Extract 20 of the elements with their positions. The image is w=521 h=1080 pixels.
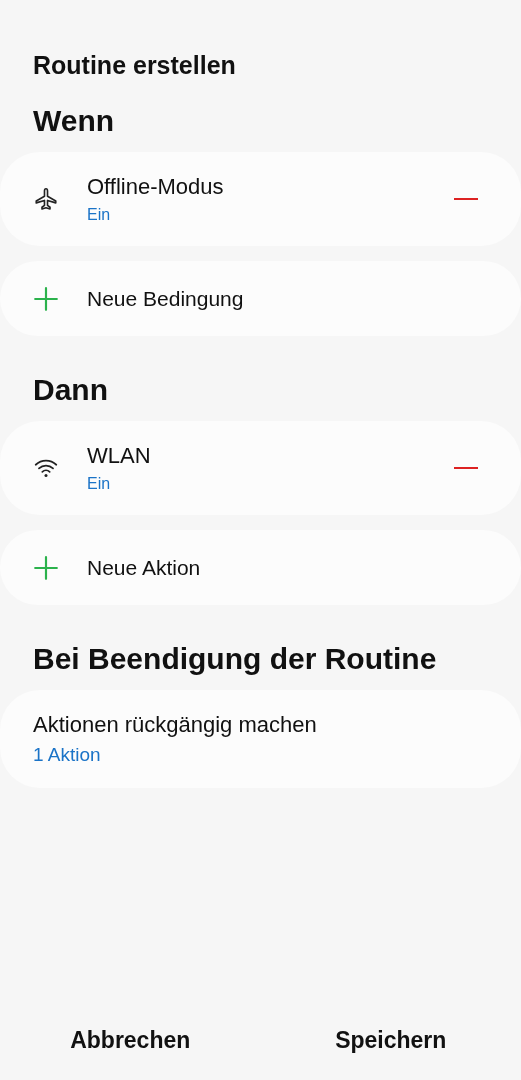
section-heading: Bei Beendigung der Routine: [32, 642, 438, 676]
action-button[interactable]: Speichern: [260, 1000, 521, 1080]
plus-icon: [33, 285, 59, 312]
section-heading: Dann: [32, 373, 109, 407]
action-button[interactable]: Abbrechen: [0, 1000, 261, 1080]
condition-card[interactable]: Offline-Modus Ein: [0, 152, 521, 246]
add-button[interactable]: Neue Aktion: [0, 530, 521, 605]
item-name: WLAN: [87, 443, 152, 469]
plus-icon: [33, 554, 59, 581]
page-title: Routine erstellen: [32, 51, 237, 80]
item-detail: 1 Aktion: [33, 744, 102, 766]
item-name: Aktionen rückgängig machen: [33, 712, 318, 738]
section-heading: Wenn: [32, 104, 116, 138]
item-status: Ein: [87, 475, 112, 493]
undo-card[interactable]: Aktionen rückgängig machen 1 Aktion: [0, 690, 521, 788]
condition-card[interactable]: WLAN Ein: [0, 421, 521, 515]
airplane-icon: [33, 186, 59, 212]
item-status: Ein: [87, 206, 112, 224]
add-button[interactable]: Neue Bedingung: [0, 261, 521, 336]
item-name: Offline-Modus: [87, 174, 225, 200]
